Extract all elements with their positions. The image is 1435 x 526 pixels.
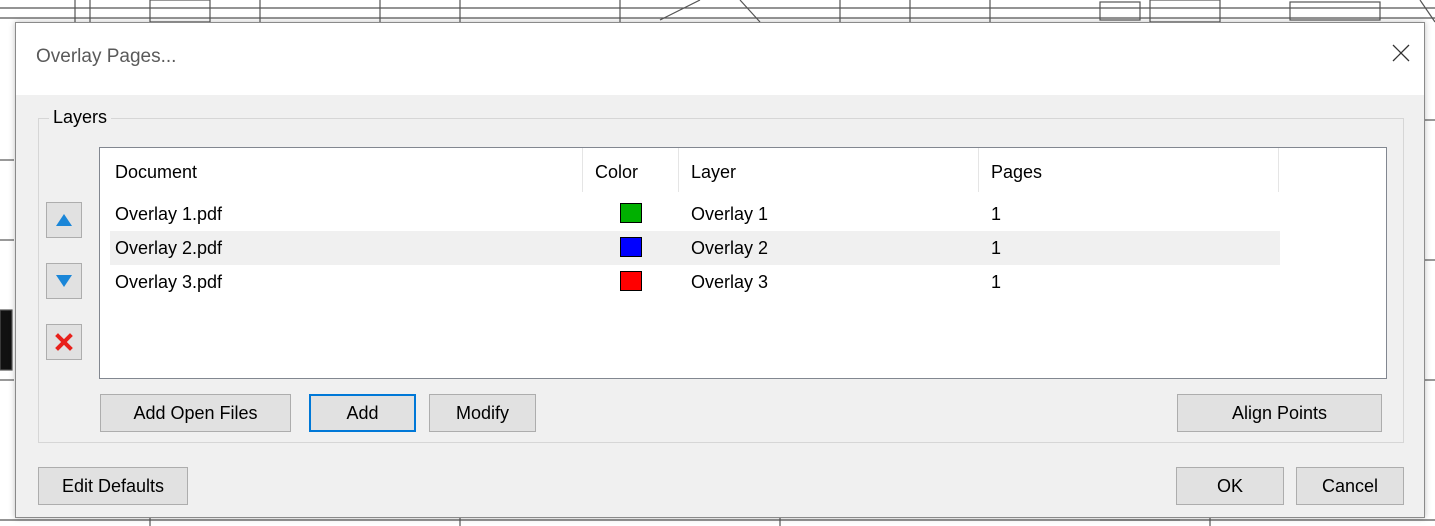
- red-x-icon: [55, 333, 73, 351]
- add-open-files-button[interactable]: Add Open Files: [100, 394, 291, 432]
- layers-group-label: Layers: [49, 107, 112, 128]
- layer-cell: Overlay 3: [691, 272, 769, 292]
- dialog-title: Overlay Pages...: [36, 46, 177, 67]
- edit-defaults-button[interactable]: Edit Defaults: [38, 467, 188, 505]
- list-header: Document Color Layer Pages: [100, 148, 1386, 192]
- add-button[interactable]: Add: [309, 394, 416, 432]
- close-icon: [1392, 44, 1410, 62]
- title-bar: Overlay Pages...: [16, 23, 1424, 95]
- triangle-down-icon: [56, 275, 72, 287]
- table-row[interactable]: Overlay 1.pdf Overlay 1 1: [110, 197, 1280, 231]
- triangle-up-icon: [56, 214, 72, 226]
- pages-cell: 1: [991, 272, 1002, 292]
- document-cell: Overlay 3.pdf: [115, 272, 223, 292]
- column-header-pages[interactable]: Pages: [979, 148, 1279, 192]
- pages-cell: 1: [991, 204, 1002, 224]
- color-swatch[interactable]: [620, 237, 642, 257]
- modify-button[interactable]: Modify: [429, 394, 536, 432]
- table-row[interactable]: Overlay 2.pdf Overlay 2 1: [110, 231, 1280, 265]
- overlay-pages-dialog: Overlay Pages... Layers Document Color L…: [15, 22, 1425, 518]
- move-up-button[interactable]: [46, 202, 82, 238]
- table-row[interactable]: Overlay 3.pdf Overlay 3 1: [110, 265, 1280, 299]
- pages-cell: 1: [991, 238, 1002, 258]
- column-header-color[interactable]: Color: [583, 148, 679, 192]
- document-cell: Overlay 2.pdf: [115, 238, 223, 258]
- layers-list[interactable]: Document Color Layer Pages Overlay 1.pdf…: [99, 147, 1387, 379]
- layer-cell: Overlay 1: [691, 204, 769, 224]
- color-swatch[interactable]: [620, 203, 642, 223]
- column-header-document[interactable]: Document: [100, 148, 583, 192]
- layer-cell: Overlay 2: [691, 238, 769, 258]
- ok-button[interactable]: OK: [1176, 467, 1284, 505]
- remove-button[interactable]: [46, 324, 82, 360]
- align-points-button[interactable]: Align Points: [1177, 394, 1382, 432]
- column-header-layer[interactable]: Layer: [679, 148, 979, 192]
- move-down-button[interactable]: [46, 263, 82, 299]
- color-swatch[interactable]: [620, 271, 642, 291]
- close-button[interactable]: [1378, 23, 1424, 83]
- cancel-button[interactable]: Cancel: [1296, 467, 1404, 505]
- layers-groupbox: Layers Document Color Layer Pages Overla…: [38, 107, 1404, 443]
- document-cell: Overlay 1.pdf: [115, 204, 223, 224]
